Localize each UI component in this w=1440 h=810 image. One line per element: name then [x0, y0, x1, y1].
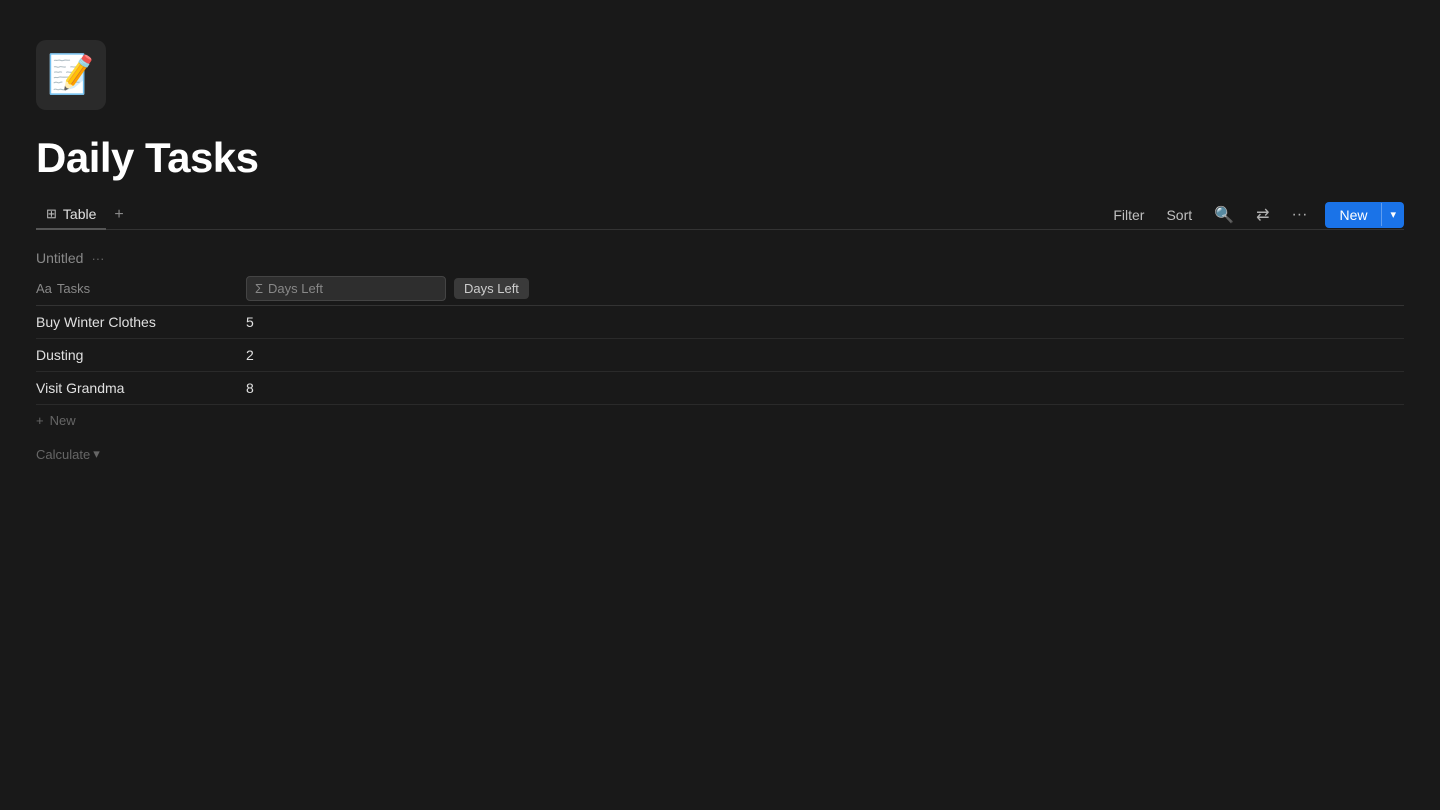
- toolbar-right: Filter Sort 🔍 ⇄ ··· New ▾: [1109, 202, 1404, 228]
- calculate-button[interactable]: Calculate ▾: [36, 446, 100, 462]
- days-left-active-pill: Days Left: [454, 278, 529, 299]
- page-title: Daily Tasks: [36, 134, 1404, 182]
- table-row[interactable]: Visit Grandma 8: [36, 372, 1404, 405]
- app-icon: 📝: [36, 40, 106, 110]
- table-header-row: Aa Tasks Σ Days Left Days Left: [36, 272, 1404, 306]
- app-icon-emoji: 📝: [47, 53, 94, 97]
- calculate-label: Calculate: [36, 447, 90, 462]
- page-container: 📝 Daily Tasks ⊞ Table + Filter Sort 🔍 ⇄ …: [0, 0, 1440, 472]
- group-more-button[interactable]: ···: [91, 251, 104, 266]
- group-header: Untitled ···: [36, 246, 1404, 272]
- new-button-chevron[interactable]: ▾: [1381, 203, 1404, 226]
- tasks-column-header[interactable]: Aa Tasks: [36, 277, 246, 300]
- search-icon-button[interactable]: 🔍: [1210, 203, 1238, 227]
- sort-button[interactable]: Sort: [1162, 205, 1196, 225]
- task-name-cell: Dusting: [36, 347, 246, 363]
- table-tab-icon: ⊞: [46, 206, 57, 222]
- tasks-col-label: Tasks: [57, 281, 90, 296]
- filter-icon-button[interactable]: ⇄: [1252, 203, 1273, 227]
- days-left-col-label: Days Left: [268, 281, 323, 296]
- add-icon: +: [36, 413, 44, 428]
- tab-table[interactable]: ⊞ Table: [36, 200, 106, 230]
- days-left-cell: 8: [246, 380, 446, 396]
- tasks-col-icon: Aa: [36, 281, 52, 296]
- add-new-row-label: New: [50, 413, 76, 428]
- group-title: Untitled: [36, 250, 83, 266]
- days-left-col-icon: Σ: [255, 281, 263, 296]
- tab-bar: ⊞ Table + Filter Sort 🔍 ⇄ ··· New ▾: [36, 200, 1404, 230]
- table-tab-label: Table: [63, 206, 96, 222]
- days-left-cell: 2: [246, 347, 446, 363]
- table-row[interactable]: Dusting 2: [36, 339, 1404, 372]
- calculate-area: Calculate ▾: [36, 436, 1404, 472]
- days-left-column-header[interactable]: Σ Days Left: [246, 276, 446, 301]
- task-name-cell: Visit Grandma: [36, 380, 246, 396]
- add-new-row-button[interactable]: + New: [36, 405, 1404, 436]
- tab-add-button[interactable]: +: [106, 200, 131, 230]
- more-options-button[interactable]: ···: [1287, 204, 1311, 226]
- filter-button[interactable]: Filter: [1109, 205, 1148, 225]
- new-button-label: New: [1325, 202, 1381, 228]
- days-left-pill-label: Days Left: [464, 281, 519, 296]
- calculate-chevron: ▾: [93, 446, 100, 462]
- task-name-cell: Buy Winter Clothes: [36, 314, 246, 330]
- days-left-cell: 5: [246, 314, 446, 330]
- table-row[interactable]: Buy Winter Clothes 5: [36, 306, 1404, 339]
- table-area: Untitled ··· Aa Tasks Σ Days Left Days L…: [36, 246, 1404, 472]
- new-button[interactable]: New ▾: [1325, 202, 1404, 228]
